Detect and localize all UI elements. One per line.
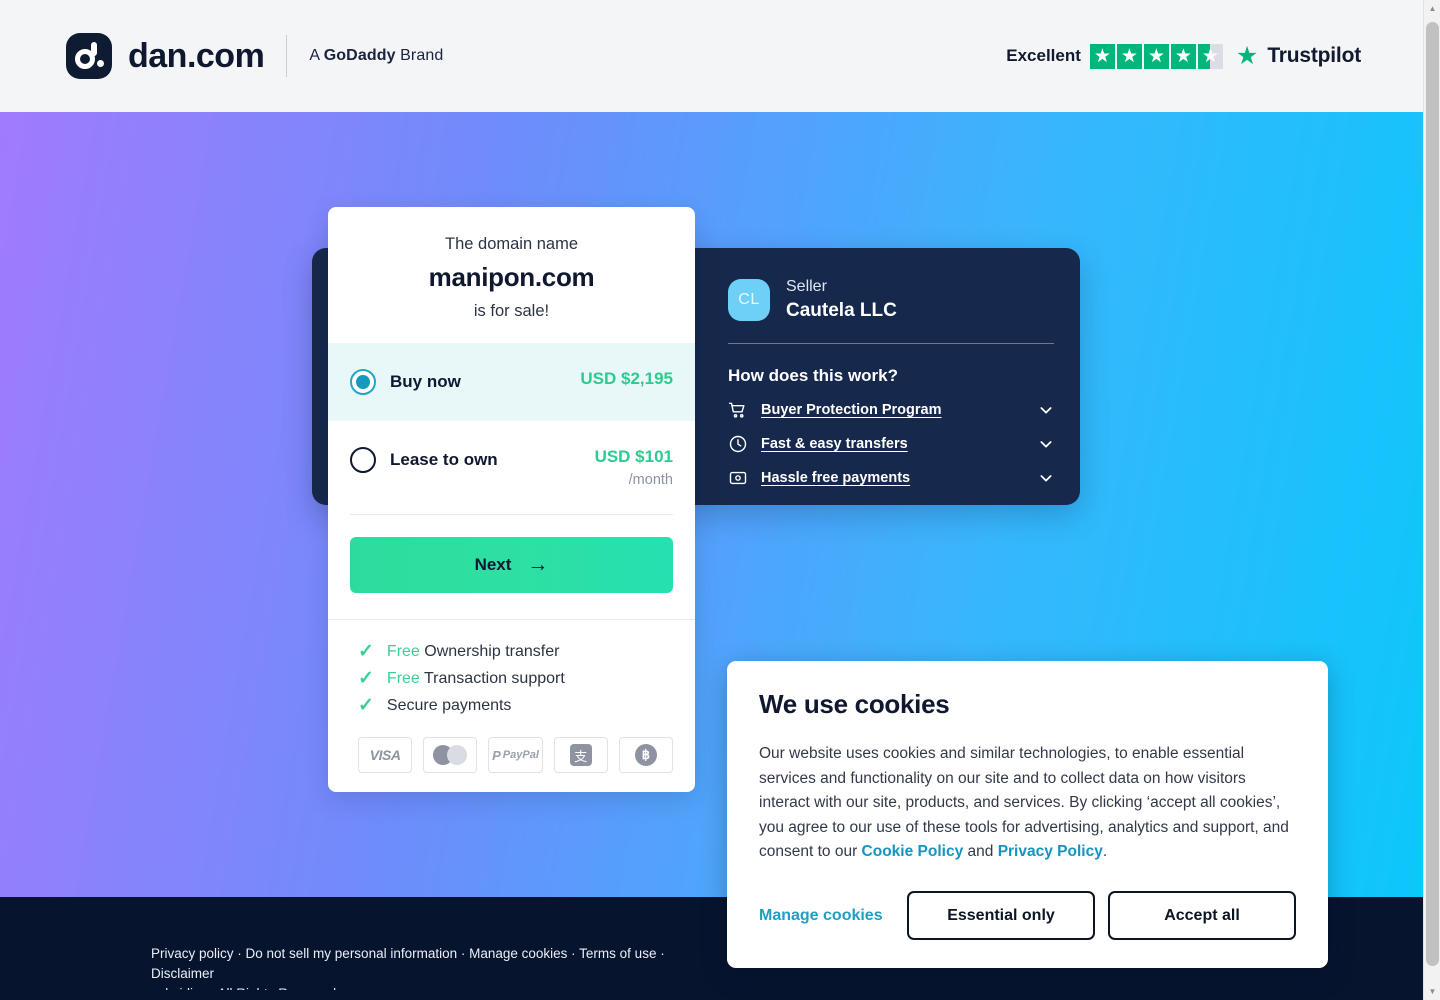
accordion-item-buyer-protection[interactable]: Buyer Protection Program bbox=[728, 400, 1054, 420]
scroll-up-arrow-icon[interactable]: ▲ bbox=[1424, 0, 1440, 17]
byline-suffix: Brand bbox=[395, 47, 444, 64]
benefit-text: Transaction support bbox=[419, 669, 565, 687]
arrow-right-icon: → bbox=[527, 553, 549, 576]
vertical-scrollbar[interactable]: ▲ ▼ bbox=[1423, 0, 1440, 1000]
shopping-cart-icon bbox=[728, 400, 748, 420]
offer-lead-text: The domain name bbox=[445, 235, 578, 253]
radio-lease-to-own[interactable] bbox=[350, 447, 376, 473]
star-icon: ★ bbox=[1170, 43, 1196, 69]
accordion-item-hassle-free-payments[interactable]: Hassle free payments bbox=[728, 468, 1054, 488]
accordion-item-fast-transfers[interactable]: Fast & easy transfers bbox=[728, 434, 1054, 454]
star-icon: ★ bbox=[1116, 43, 1142, 69]
seller-name: Cautela LLC bbox=[786, 299, 897, 321]
option-price: USD $101 bbox=[594, 447, 673, 466]
essential-only-button[interactable]: Essential only bbox=[907, 891, 1095, 940]
benefit-item: ✓ Free Ownership transfer bbox=[358, 642, 673, 661]
check-icon: ✓ bbox=[358, 695, 374, 716]
paypal-icon: P PayPal bbox=[488, 737, 543, 773]
payment-methods: VISA P PayPal 支 ฿ bbox=[328, 723, 695, 773]
next-button-label: Next bbox=[474, 555, 512, 574]
scroll-down-arrow-icon[interactable]: ▼ bbox=[1424, 983, 1440, 1000]
manage-cookies-link[interactable]: Manage cookies bbox=[759, 907, 883, 925]
check-icon: ✓ bbox=[358, 641, 374, 662]
seller-card-content: CL Seller Cautela LLC How does this work… bbox=[714, 248, 1080, 505]
next-button-wrap: Next → bbox=[328, 515, 695, 619]
option-lease-to-own[interactable]: Lease to own USD $101 /month bbox=[328, 421, 695, 514]
star-icon: ★ bbox=[1143, 43, 1169, 69]
accept-all-button[interactable]: Accept all bbox=[1108, 891, 1296, 940]
trustpilot-stars: ★ ★ ★ ★ ★ bbox=[1089, 43, 1223, 69]
benefit-text: Ownership transfer bbox=[419, 642, 560, 660]
site-header: dan.com A GoDaddy Brand Excellent ★ ★ ★ … bbox=[0, 0, 1423, 112]
option-label: Buy now bbox=[390, 372, 461, 391]
cookie-policy-link[interactable]: Cookie Policy bbox=[862, 843, 964, 860]
trustpilot-rating[interactable]: Excellent ★ ★ ★ ★ ★ ★ Trustpilot bbox=[1006, 41, 1361, 70]
cookie-dialog-actions: Manage cookies Essential only Accept all bbox=[759, 891, 1296, 940]
brand-divider bbox=[286, 35, 288, 77]
how-does-this-work-title: How does this work? bbox=[728, 366, 899, 386]
byline-prefix: A bbox=[309, 47, 324, 64]
trustpilot-rating-word: Excellent bbox=[1006, 46, 1081, 65]
cookie-consent-dialog: We use cookies Our website uses cookies … bbox=[727, 661, 1328, 968]
seller-label: Seller bbox=[786, 278, 827, 295]
trustpilot-star-icon: ★ bbox=[1235, 41, 1259, 70]
radio-buy-now[interactable] bbox=[350, 369, 376, 395]
offer-header: The domain name manipon.com is for sale! bbox=[328, 207, 695, 343]
payment-card-icon bbox=[728, 468, 748, 488]
cookie-dialog-body: Our website uses cookies and similar tec… bbox=[759, 742, 1296, 865]
accordion-label[interactable]: Hassle free payments bbox=[761, 470, 910, 486]
page-content: dan.com A GoDaddy Brand Excellent ★ ★ ★ … bbox=[0, 0, 1423, 1000]
offer-tail-text: is for sale! bbox=[473, 302, 550, 320]
star-icon: ★ bbox=[1089, 43, 1115, 69]
domain-offer-card: The domain name manipon.com is for sale!… bbox=[328, 207, 695, 792]
cookie-body-part3: . bbox=[1102, 843, 1108, 860]
privacy-policy-link[interactable]: Privacy Policy bbox=[998, 843, 1103, 860]
next-button[interactable]: Next → bbox=[350, 537, 673, 593]
accordion-label[interactable]: Buyer Protection Program bbox=[761, 402, 942, 418]
benefit-item: ✓ Secure payments bbox=[358, 696, 673, 715]
benefit-highlight: Free bbox=[386, 669, 420, 687]
brand-wordmark: dan.com bbox=[128, 36, 265, 75]
chevron-down-icon[interactable] bbox=[1038, 402, 1054, 418]
visa-icon: VISA bbox=[358, 737, 413, 773]
seller-divider bbox=[728, 343, 1054, 345]
benefit-item: ✓ Free Transaction support bbox=[358, 669, 673, 688]
cookie-body-part2: and bbox=[963, 843, 998, 860]
option-label: Lease to own bbox=[390, 450, 498, 469]
accordion-label[interactable]: Fast & easy transfers bbox=[761, 436, 908, 452]
clock-icon bbox=[728, 434, 748, 454]
option-buy-now[interactable]: Buy now USD $2,195 bbox=[328, 343, 695, 421]
browser-viewport: dan.com A GoDaddy Brand Excellent ★ ★ ★ … bbox=[0, 0, 1440, 1000]
dan-logo-icon bbox=[66, 33, 112, 79]
benefits-list: ✓ Free Ownership transfer ✓ Free Transac… bbox=[328, 620, 695, 715]
mastercard-icon bbox=[423, 737, 478, 773]
option-price: USD $2,195 bbox=[580, 369, 673, 388]
check-icon: ✓ bbox=[358, 668, 374, 689]
chevron-down-icon[interactable] bbox=[1038, 436, 1054, 452]
brand-byline: A GoDaddy Brand bbox=[309, 47, 443, 65]
trustpilot-name: Trustpilot bbox=[1267, 44, 1361, 67]
cookie-dialog-title: We use cookies bbox=[759, 689, 950, 719]
bitcoin-icon: ฿ bbox=[618, 737, 674, 773]
benefit-text: Secure payments bbox=[386, 696, 512, 714]
alipay-icon: 支 bbox=[553, 737, 608, 773]
domain-name: manipon.com bbox=[428, 262, 595, 292]
chevron-down-icon[interactable] bbox=[1038, 470, 1054, 486]
byline-brand: GoDaddy bbox=[323, 47, 396, 64]
seller-identity: CL Seller Cautela LLC bbox=[728, 276, 1054, 323]
footer-links-text[interactable]: Privacy policy · Do not sell my personal… bbox=[151, 944, 728, 990]
scrollbar-thumb[interactable] bbox=[1426, 22, 1439, 966]
benefit-highlight: Free bbox=[386, 642, 420, 660]
brand-block[interactable]: dan.com A GoDaddy Brand bbox=[66, 33, 443, 79]
star-half-icon: ★ bbox=[1197, 43, 1223, 69]
option-price-period: /month bbox=[628, 472, 673, 488]
seller-avatar: CL bbox=[728, 278, 770, 321]
